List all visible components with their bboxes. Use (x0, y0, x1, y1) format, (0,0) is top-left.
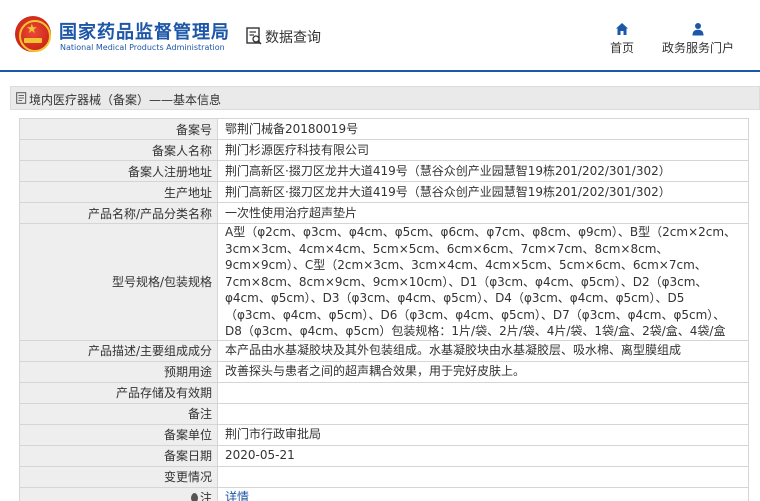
row-label: 备案单位 (19, 423, 218, 446)
table-row: 备案日期 2020-05-21 (19, 444, 749, 467)
row-value: 本产品由水基凝胶块及其外包装组成。水基凝胶块由水基凝胶层、吸水棉、离型膜组成 (217, 339, 749, 362)
table-row: 预期用途 改善探头与患者之间的超声耦合效果，用于完好皮肤上。 (19, 360, 749, 383)
row-label: 预期用途 (19, 360, 218, 383)
row-value (217, 381, 749, 404)
note-label-cell: 注 (19, 486, 218, 501)
row-label: 备案日期 (19, 444, 218, 467)
row-label: 型号规格/包装规格 (19, 223, 218, 341)
site-header: ★ 国家药品监督管理局 National Medical Products Ad… (0, 0, 760, 70)
national-emblem-logo[interactable]: ★ (15, 16, 51, 52)
data-query-icon[interactable] (246, 27, 262, 45)
note-label: 注 (199, 491, 212, 501)
row-label: 产品存储及有效期 (19, 381, 218, 404)
pin-icon (190, 493, 198, 501)
nav-gov-label: 政务服务门户 (661, 41, 734, 55)
row-value: 一次性使用治疗超声垫片 (217, 202, 749, 224)
row-label: 生产地址 (19, 181, 218, 203)
details-link[interactable]: 详情 (225, 490, 249, 501)
table-row: 产品名称/产品分类名称 一次性使用治疗超声垫片 (19, 202, 749, 224)
row-value: 荆门高新区·掇刀区龙井大道419号（慧谷众创产业园慧智19栋201/202/30… (217, 160, 749, 182)
row-value: A型（φ2cm、φ3cm、φ4cm、φ5cm、φ6cm、φ7cm、φ8cm、φ9… (217, 223, 749, 341)
row-value: 改善探头与患者之间的超声耦合效果，用于完好皮肤上。 (217, 360, 749, 383)
row-value (217, 465, 749, 488)
row-value: 荆门市行政审批局 (217, 423, 749, 446)
document-icon (16, 92, 27, 104)
row-value: 鄂荆门械备20180019号 (217, 118, 749, 140)
row-value: 荆门杉源医疗科技有限公司 (217, 139, 749, 161)
site-name-english: National Medical Products Administration (60, 43, 225, 52)
breadcrumb-text: 境内医疗器械（备案）——基本信息 (29, 93, 222, 107)
table-row: 备案号 鄂荆门械备20180019号 (19, 118, 749, 140)
row-label: 产品描述/主要组成成分 (19, 339, 218, 362)
site-name[interactable]: 国家药品监督管理局 (59, 18, 230, 44)
table-row: 产品存储及有效期 (19, 381, 749, 404)
row-value: 2020-05-21 (217, 444, 749, 467)
user-icon (692, 23, 704, 36)
row-label: 备注 (19, 402, 218, 425)
table-row: 备案人注册地址 荆门高新区·掇刀区龙井大道419号（慧谷众创产业园慧智19栋20… (19, 160, 749, 182)
row-label: 产品名称/产品分类名称 (19, 202, 218, 224)
nav-home[interactable]: 首页 (582, 22, 662, 56)
table-row: 注 详情 (19, 486, 749, 501)
table-row: 变更情况 (19, 465, 749, 488)
row-label: 备案人注册地址 (19, 160, 218, 182)
table-row: 备案单位 荆门市行政审批局 (19, 423, 749, 446)
table-row: 生产地址 荆门高新区·掇刀区龙井大道419号（慧谷众创产业园慧智19栋201/2… (19, 181, 749, 203)
row-label: 备案号 (19, 118, 218, 140)
note-value-cell: 详情 (217, 486, 749, 501)
row-value (217, 402, 749, 425)
breadcrumb: 境内医疗器械（备案）——基本信息 (10, 86, 760, 110)
nav-gov-service-portal[interactable]: 政务服务门户 (658, 22, 738, 56)
row-label: 备案人名称 (19, 139, 218, 161)
record-detail-table: 备案号 鄂荆门械备20180019号 备案人名称 荆门杉源医疗科技有限公司 备案… (19, 118, 749, 501)
row-value: 荆门高新区·掇刀区龙井大道419号（慧谷众创产业园慧智19栋201/202/30… (217, 181, 749, 203)
table-row: 备案人名称 荆门杉源医疗科技有限公司 (19, 139, 749, 161)
data-query-link[interactable]: 数据查询 (265, 27, 321, 47)
table-row: 型号规格/包装规格 A型（φ2cm、φ3cm、φ4cm、φ5cm、φ6cm、φ7… (19, 223, 749, 341)
header-divider (0, 70, 760, 72)
row-label: 变更情况 (19, 465, 218, 488)
table-row: 产品描述/主要组成成分 本产品由水基凝胶块及其外包装组成。水基凝胶块由水基凝胶层… (19, 339, 749, 362)
table-row: 备注 (19, 402, 749, 425)
home-icon (616, 23, 628, 35)
nav-home-label: 首页 (609, 41, 634, 55)
